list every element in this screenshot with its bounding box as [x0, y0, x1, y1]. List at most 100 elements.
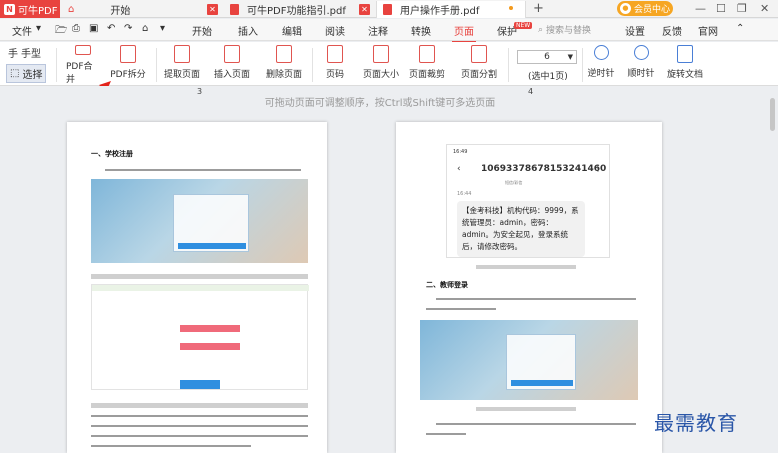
menu-convert[interactable]: 转换 — [411, 23, 431, 38]
close-tab-icon[interactable]: ✕ — [207, 4, 218, 15]
pdf-file-icon — [383, 4, 392, 15]
registration-form-image — [91, 284, 309, 390]
hand-icon: 手 — [8, 49, 18, 60]
select-tool-label: 选择 — [22, 70, 43, 81]
tab-start[interactable]: ⌂ 开始 ✕ — [62, 1, 222, 18]
sms-time: 16:44 — [457, 191, 472, 197]
home-icon: ⌂ — [68, 4, 75, 15]
minimize-icon[interactable]: — — [695, 2, 706, 15]
menu-start[interactable]: 开始 — [192, 23, 212, 38]
undo-icon[interactable]: ↶ — [107, 23, 115, 34]
back-arrow-icon: ‹ — [457, 164, 461, 174]
rotate-cw-button[interactable]: 顺时针 — [626, 45, 656, 85]
page-size-button[interactable]: 页面大小 — [361, 45, 401, 85]
page4-heading: 二、教师登录 — [426, 281, 468, 289]
tab-label: 用户操作手册.pdf — [400, 6, 480, 17]
chevron-down-icon[interactable]: ▼ — [568, 51, 573, 63]
sms-sender-number: 106933786781532414​60 — [481, 164, 607, 174]
red-bar-image — [180, 325, 240, 332]
screenshot-image — [420, 320, 638, 400]
menu-page[interactable]: 页面 — [452, 23, 476, 43]
phone-time: 16:49 — [453, 149, 468, 155]
close-icon[interactable]: ✕ — [760, 2, 769, 15]
text-line — [426, 433, 466, 435]
page-number-button[interactable]: 页码 — [320, 45, 350, 85]
menu-annotate[interactable]: 注释 — [368, 23, 388, 38]
tab-manual[interactable]: 用户操作手册.pdf — [376, 1, 526, 18]
new-tab-button[interactable]: + — [533, 1, 544, 16]
hand-tool-label: 手型 — [21, 49, 41, 60]
page-split-icon — [471, 45, 487, 63]
save-icon[interactable]: ▣ — [89, 23, 98, 34]
page-thumbnail-3[interactable]: 一、学校注册 — [67, 122, 327, 453]
menu-insert[interactable]: 插入 — [238, 23, 258, 38]
page-toolbar: 手 手型 ⬚ 选择 PDF合并 PDF拆分 提取页面 插入页面 删除页面 页码 … — [0, 42, 778, 86]
pdf-merge-button[interactable]: PDF合并 — [66, 45, 100, 85]
divider — [508, 48, 509, 82]
close-tab-icon[interactable]: ✕ — [359, 4, 370, 15]
menu-file[interactable]: 文件 — [12, 23, 32, 38]
app-name: 可牛PDF — [18, 5, 58, 17]
print-icon[interactable]: ⎙ — [72, 23, 80, 34]
search-box[interactable]: ⌕ 搜索与替换 — [538, 22, 614, 37]
login-button-image — [511, 380, 573, 386]
rotate-document-icon — [677, 45, 693, 63]
redo-icon[interactable]: ↷ — [124, 23, 132, 34]
submit-button-image — [180, 380, 220, 389]
pdf-split-button[interactable]: PDF拆分 — [110, 45, 146, 85]
app-brand[interactable]: N 可牛PDF — [0, 0, 60, 18]
caption — [91, 403, 308, 408]
vip-center-button[interactable]: ● 会员中心 — [617, 1, 673, 16]
page-canvas[interactable]: 3 4 可拖动页面可调整顺序，按Ctrl或Shift键可多选页面 一、学校注册 … — [0, 86, 778, 453]
form-header-image — [92, 285, 309, 291]
extract-page-button[interactable]: 提取页面 — [162, 45, 202, 85]
page-selection-value: 6 — [544, 52, 550, 62]
menu-settings[interactable]: 设置 — [625, 23, 645, 38]
tab-guide[interactable]: 可牛PDF功能指引.pdf ✕ — [224, 1, 374, 18]
text-line — [436, 423, 636, 425]
insert-page-button[interactable]: 插入页面 — [211, 45, 253, 85]
title-bar: N 可牛PDF ⌂ 开始 ✕ 可牛PDF功能指引.pdf ✕ 用户操作手册.pd… — [0, 0, 778, 18]
text-line — [91, 435, 308, 437]
menu-feedback[interactable]: 反馈 — [662, 23, 682, 38]
caption — [476, 265, 576, 269]
delete-page-label: 删除页面 — [265, 70, 302, 80]
login-form-image — [173, 194, 249, 252]
menu-website[interactable]: 官网 — [698, 23, 718, 38]
page-crop-button[interactable]: 页面裁剪 — [407, 45, 447, 85]
chevron-down-icon[interactable]: ▾ — [160, 23, 165, 34]
page-number-label: 页码 — [325, 70, 344, 80]
menu-read[interactable]: 阅读 — [325, 23, 345, 38]
divider — [56, 48, 57, 82]
new-badge: NEW — [514, 22, 533, 29]
rotate-cw-label: 顺时针 — [627, 69, 655, 79]
maximize-icon[interactable]: ☐ — [716, 2, 726, 15]
drag-hint: 可拖动页面可调整顺序，按Ctrl或Shift键可多选页面 — [264, 98, 496, 109]
home-icon[interactable]: ⌂ — [142, 23, 148, 34]
restore-icon[interactable]: ❐ — [737, 2, 747, 15]
page-thumbnail-4[interactable]: 16:49 ‹ 106933786781532414​60 ⋮ 短信/彩信 16… — [396, 122, 662, 453]
login-button-image — [178, 243, 246, 249]
crop-icon — [419, 45, 435, 63]
avatar: ● — [619, 3, 631, 14]
rotate-ccw-button[interactable]: 逆时针 — [587, 45, 615, 85]
delete-page-button[interactable]: 删除页面 — [264, 45, 304, 85]
sms-bubble: 【金考科技】机构代码：9999，系统管理员：admin，密码：admin。为安全… — [457, 201, 585, 257]
page-split-label: 页面分割 — [460, 70, 497, 80]
text-line — [426, 308, 496, 310]
hand-tool[interactable]: 手 手型 — [8, 45, 41, 60]
screenshot-image — [91, 179, 308, 263]
chevron-down-icon[interactable]: ▾ — [36, 23, 41, 34]
page-split-button[interactable]: 页面分割 — [459, 45, 499, 85]
divider — [312, 48, 313, 82]
collapse-ribbon-icon[interactable]: ⌃ — [736, 23, 744, 34]
select-tool[interactable]: ⬚ 选择 — [6, 64, 47, 83]
menu-edit[interactable]: 编辑 — [282, 23, 302, 38]
tab-label: 开始 — [110, 6, 131, 17]
page-selection-input[interactable]: 6 ▼ — [517, 50, 577, 64]
rotate-document-button[interactable]: 旋转文档 — [666, 45, 704, 85]
page-size-icon — [373, 45, 389, 63]
open-folder-icon[interactable]: 🗁 — [55, 23, 67, 40]
login-form-image — [506, 334, 576, 390]
scrollbar-thumb[interactable] — [770, 98, 775, 131]
